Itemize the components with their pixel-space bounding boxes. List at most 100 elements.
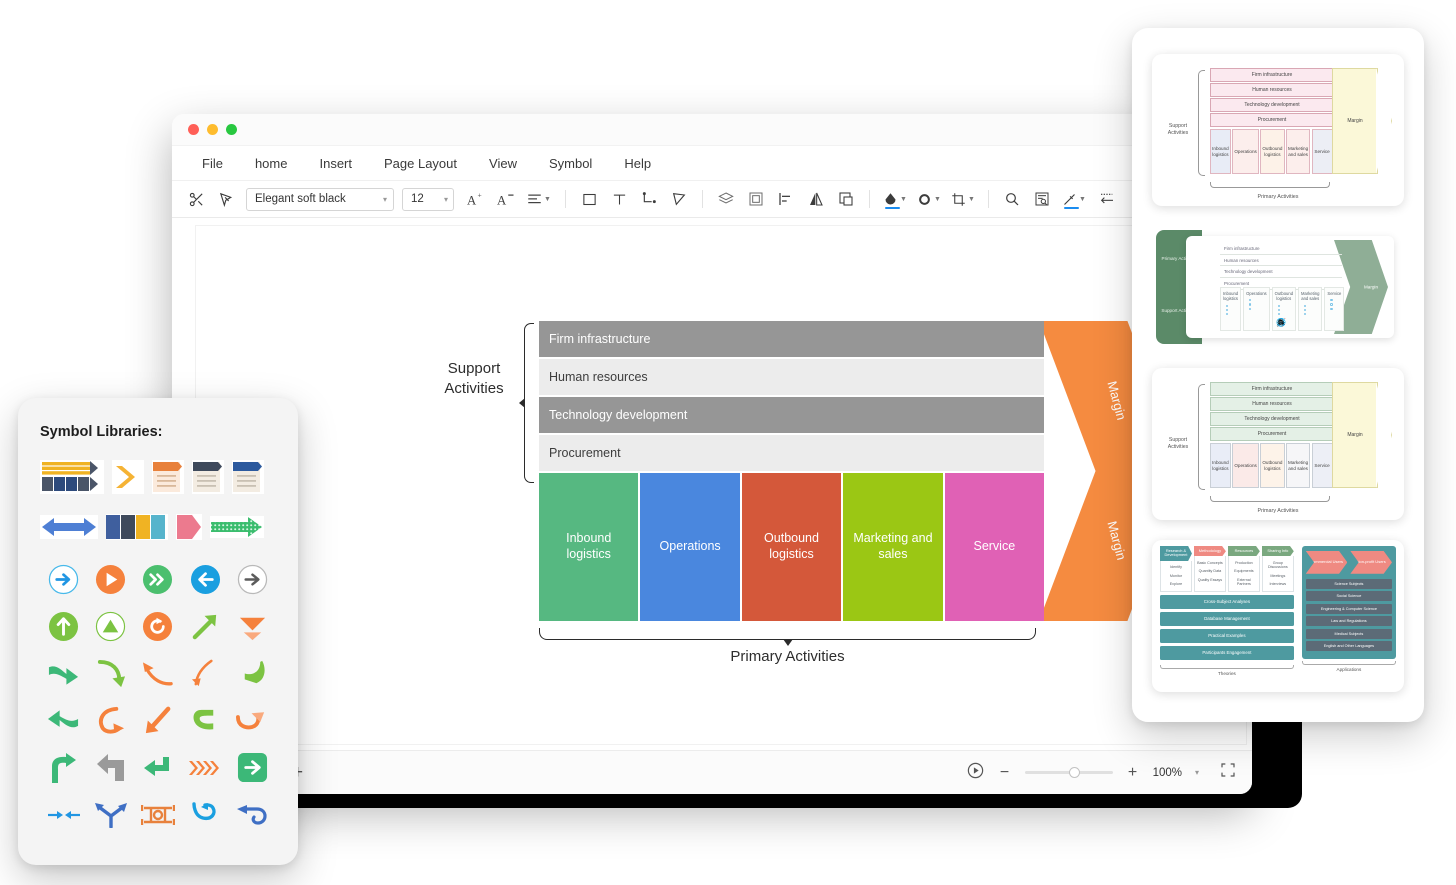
- menu-item-symbol[interactable]: Symbol: [533, 151, 608, 176]
- chevron-down-icon[interactable]: ▾: [1195, 768, 1199, 777]
- templates-panel[interactable]: Support Activities Firm infrastructure H…: [1132, 28, 1424, 722]
- c-curve-arrow-orange-icon[interactable]: [89, 703, 133, 738]
- double-chevron-yellow-icon[interactable]: [112, 460, 144, 494]
- align-left-icon[interactable]: [772, 186, 800, 212]
- template-card-value-chain-green[interactable]: Primary Activities Support Activities Ma…: [1152, 226, 1404, 348]
- support-row-human-resources[interactable]: Human resources: [539, 359, 1044, 395]
- more-icon[interactable]: [1092, 186, 1122, 212]
- chevrons-right-orange-icon[interactable]: [183, 750, 227, 785]
- menu-item-home[interactable]: home: [239, 151, 304, 176]
- three-way-split-arrow-blue-icon[interactable]: [89, 797, 133, 832]
- circle-right-arrow-grey-icon[interactable]: [230, 562, 274, 597]
- align-icon[interactable]: ▼: [522, 186, 556, 212]
- connector-icon[interactable]: [635, 186, 663, 212]
- circular-end-arrow-blue-icon[interactable]: [230, 797, 274, 832]
- support-row-technology-development[interactable]: Technology development: [539, 397, 1044, 433]
- circle-left-arrow-blue-icon[interactable]: [183, 562, 227, 597]
- blue-title-card-icon[interactable]: [232, 460, 264, 494]
- group-icon[interactable]: [742, 186, 770, 212]
- increase-font-size-icon[interactable]: A +: [462, 186, 490, 212]
- rounded-square-right-arrow-green-icon[interactable]: [230, 750, 274, 785]
- bring-to-front-icon[interactable]: [832, 186, 860, 212]
- hook-up-arrow-green-icon[interactable]: [230, 656, 274, 691]
- rectangle-shape-icon[interactable]: [575, 186, 603, 212]
- circle-up-arrow-green-icon[interactable]: [42, 609, 86, 644]
- margin-label: Margin: [1104, 519, 1130, 562]
- c-left-arrow-green-icon[interactable]: [183, 703, 227, 738]
- menu-item-insert[interactable]: Insert: [303, 151, 368, 176]
- pink-pentagon-arrow-icon[interactable]: [176, 514, 202, 540]
- search-icon[interactable]: [998, 186, 1026, 212]
- triangle-down-orange-icon[interactable]: [230, 609, 274, 644]
- thick-left-turn-arrow-grey-icon[interactable]: [89, 750, 133, 785]
- curve-down-arrow-green-icon[interactable]: [89, 656, 133, 691]
- canvas-area[interactable]: Support Activities Margin Margin Firm in…: [172, 220, 1252, 750]
- zoom-slider-knob[interactable]: [1068, 767, 1080, 778]
- flip-horizontal-icon[interactable]: [802, 186, 830, 212]
- symbol-libraries-panel[interactable]: Symbol Libraries:: [18, 398, 298, 865]
- template-card-value-chain-pink[interactable]: Support Activities Firm infrastructure H…: [1152, 54, 1404, 206]
- play-circle-icon[interactable]: [966, 761, 985, 785]
- green-dotted-arrow-icon[interactable]: [210, 516, 264, 538]
- format-painter-icon[interactable]: [212, 186, 240, 212]
- double-headed-arrow-blue-icon[interactable]: [40, 515, 98, 539]
- primary-col-marketing-and-sales[interactable]: Marketing and sales: [843, 473, 943, 621]
- diagonal-down-arrow-orange-icon[interactable]: [136, 703, 180, 738]
- circle-refresh-orange-icon[interactable]: [136, 609, 180, 644]
- menu-item-page-layout[interactable]: Page Layout: [368, 151, 473, 176]
- minimize-button[interactable]: [207, 124, 218, 135]
- thin-diagonal-arrow-orange-icon[interactable]: [183, 656, 227, 691]
- support-row-firm-infrastructure[interactable]: Firm infrastructure: [539, 321, 1044, 357]
- orange-title-card-icon[interactable]: [152, 460, 184, 494]
- layers-icon[interactable]: [712, 186, 740, 212]
- line-color-icon[interactable]: ▼: [913, 186, 945, 212]
- menu-item-view[interactable]: View: [473, 151, 533, 176]
- primary-col-outbound-logistics[interactable]: Outbound logistics: [741, 473, 842, 621]
- menu-item-help[interactable]: Help: [608, 151, 667, 176]
- circle-triangle-up-green-icon[interactable]: [89, 609, 133, 644]
- elbow-up-arrow-green-icon[interactable]: [42, 750, 86, 785]
- circle-double-chevron-green-icon[interactable]: [136, 562, 180, 597]
- zoom-level-value[interactable]: 100%: [1153, 767, 1182, 779]
- decrease-font-size-icon[interactable]: A: [492, 186, 520, 212]
- scissors-icon[interactable]: [182, 186, 210, 212]
- opposing-arrows-blue-icon[interactable]: [42, 797, 86, 832]
- highlighter-icon[interactable]: ▼: [1058, 186, 1090, 212]
- bent-right-arrow-green-icon[interactable]: [42, 656, 86, 691]
- fullscreen-icon[interactable]: [1220, 762, 1236, 783]
- dark-title-card-icon[interactable]: [192, 460, 224, 494]
- primary-col-operations[interactable]: Operations: [640, 473, 740, 621]
- menu-item-file[interactable]: File: [186, 151, 239, 176]
- four-step-blocks-icon[interactable]: [106, 514, 168, 540]
- text-box-icon[interactable]: [605, 186, 633, 212]
- fill-color-icon[interactable]: ▼: [879, 186, 911, 212]
- diagonal-up-arrow-green-icon[interactable]: [183, 609, 227, 644]
- curve-up-left-arrow-orange-icon[interactable]: [136, 656, 180, 691]
- template-card-value-chain-mint[interactable]: Support Activities Firm infrastructure H…: [1152, 368, 1404, 520]
- font-family-select[interactable]: Elegant soft black ▾: [246, 187, 394, 211]
- template-card-research-framework[interactable]: Research & Development Identify Monitor …: [1152, 540, 1404, 692]
- support-row-procurement[interactable]: Procurement: [539, 435, 1044, 471]
- circle-right-arrow-blue-outline-icon[interactable]: [42, 562, 86, 597]
- document-sheet[interactable]: Support Activities Margin Margin Firm in…: [196, 226, 1246, 744]
- crop-icon[interactable]: ▼: [947, 186, 979, 212]
- font-size-select[interactable]: 12 ▾: [402, 187, 454, 211]
- maximize-button[interactable]: [226, 124, 237, 135]
- find-replace-icon[interactable]: [1028, 186, 1056, 212]
- loop-hook-arrow-blue-icon[interactable]: [183, 797, 227, 832]
- value-chain-diagram[interactable]: Support Activities Margin Margin Firm in…: [441, 321, 1184, 671]
- primary-col-inbound-logistics[interactable]: Inbound logistics: [539, 473, 639, 621]
- zoom-slider[interactable]: [1024, 767, 1113, 778]
- double-barbell-arrow-orange-icon[interactable]: [136, 797, 180, 832]
- circle-play-orange-icon[interactable]: [89, 562, 133, 597]
- u-turn-arrow-green-icon[interactable]: [136, 750, 180, 785]
- loop-arrow-orange-icon[interactable]: [230, 703, 274, 738]
- bent-left-arrow-green-icon[interactable]: [42, 703, 86, 738]
- primary-col-service[interactable]: Service: [944, 473, 1045, 621]
- striped-chevron-chart-icon[interactable]: [40, 460, 104, 494]
- close-button[interactable]: [188, 124, 199, 135]
- pen-tool-icon[interactable]: [665, 186, 693, 212]
- zoom-in-button[interactable]: +: [1126, 764, 1140, 782]
- primary-activities-brace: [539, 628, 1036, 646]
- zoom-out-button[interactable]: −: [998, 764, 1012, 782]
